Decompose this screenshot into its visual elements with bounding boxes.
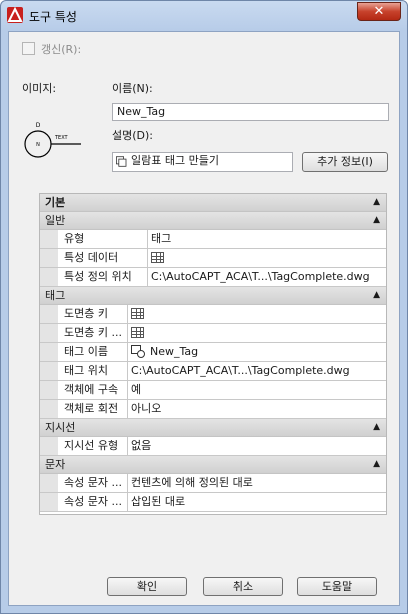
- property-row[interactable]: 지시선 유형 없음: [40, 437, 386, 456]
- image-label: 이미지:: [22, 82, 57, 95]
- collapse-arrow-icon[interactable]: ▲: [373, 456, 380, 473]
- category-group[interactable]: 문자 ▲: [40, 456, 386, 474]
- property-value[interactable]: [148, 249, 386, 267]
- property-row[interactable]: 객체로 회전 아니오: [40, 400, 386, 419]
- property-name: 객체에 구속: [58, 381, 128, 399]
- autocad-app-icon[interactable]: [7, 7, 23, 23]
- category-group-label: 태그: [45, 289, 66, 302]
- property-name: 도면층 키 ...: [58, 324, 128, 342]
- description-value: 일람표 태그 만들기: [131, 154, 219, 167]
- property-value[interactable]: [128, 305, 386, 323]
- row-indent: [40, 400, 58, 418]
- property-value[interactable]: 아니오: [128, 400, 386, 418]
- property-row[interactable]: 도면층 키 ...: [40, 324, 386, 343]
- property-row[interactable]: 특성 정의 위치 C:\AutoCAPT_ACA\T...\TagComplete…: [40, 268, 386, 287]
- table-icon[interactable]: [131, 327, 144, 338]
- collapse-arrow-icon[interactable]: ▲: [373, 419, 380, 436]
- tag-icon: [131, 345, 145, 358]
- collapse-arrow-icon[interactable]: ▲: [373, 212, 380, 229]
- dialog-body: 갱신(R): 이미지: 이름(N): New_Tag 설명(D): D N TE…: [8, 31, 400, 606]
- table-icon[interactable]: [131, 308, 144, 319]
- row-indent: [40, 381, 58, 399]
- preview-tag-letter: D: [36, 122, 41, 129]
- property-row[interactable]: 태그 위치 C:\AutoCAPT_ACA\T...\TagComplete.dw…: [40, 362, 386, 381]
- property-value-text: New_Tag: [150, 345, 199, 358]
- ok-button[interactable]: 확인: [107, 577, 187, 596]
- dialog-window: 도구 특성 ✕ 갱신(R): 이미지: 이름(N): New_Tag 설명(D)…: [0, 0, 408, 614]
- property-row[interactable]: 특성 데이터: [40, 249, 386, 268]
- row-indent: [40, 343, 58, 361]
- property-value[interactable]: C:\AutoCAPT_ACA\T...\TagComplete.dwg: [128, 362, 386, 380]
- property-value[interactable]: 없음: [128, 437, 386, 455]
- more-info-button[interactable]: 추가 정보(I): [302, 152, 388, 172]
- category-basic-label: 기본: [45, 196, 66, 209]
- property-name: 속성 문자 ...: [58, 474, 128, 492]
- help-button[interactable]: 도움말: [297, 577, 377, 596]
- property-grid: 기본 ▲ 일반 ▲ 유형 태그 특성 데이터 특성 정의 위치 C:\AutoCAPT_AC…: [39, 193, 387, 515]
- name-label: 이름(N):: [112, 82, 153, 95]
- property-name: 특성 정의 위치: [58, 268, 148, 286]
- property-value[interactable]: C:\AutoCAPT_ACA\T...\TagComplete.dwg: [148, 268, 386, 286]
- description-label: 설명(D):: [112, 129, 153, 142]
- close-button[interactable]: ✕: [357, 2, 401, 21]
- property-row[interactable]: 태그 이름 New_Tag: [40, 343, 386, 362]
- table-icon[interactable]: [151, 252, 164, 263]
- preview-tag-text: TEXT: [54, 135, 69, 141]
- property-name: 유형: [58, 230, 148, 248]
- property-name: 특성 데이터: [58, 249, 148, 267]
- category-basic[interactable]: 기본 ▲: [40, 194, 386, 212]
- property-name: 지시선 유형: [58, 437, 128, 455]
- property-name: 태그 위치: [58, 362, 128, 380]
- collapse-arrow-icon[interactable]: ▲: [373, 287, 380, 304]
- description-input[interactable]: 일람표 태그 만들기: [112, 152, 293, 172]
- category-group-label: 문자: [45, 458, 66, 471]
- row-indent: [40, 474, 58, 492]
- row-indent: [40, 362, 58, 380]
- row-indent: [40, 324, 58, 342]
- property-name: 속성 문자 ...: [58, 493, 128, 511]
- property-name: 객체로 회전: [58, 400, 128, 418]
- row-indent: [40, 305, 58, 323]
- property-row[interactable]: 객체에 구속 예: [40, 381, 386, 400]
- category-group-label: 지시선: [45, 421, 76, 434]
- category-group[interactable]: 일반 ▲: [40, 212, 386, 230]
- category-group-label: 일반: [45, 214, 66, 227]
- property-value[interactable]: [128, 324, 386, 342]
- name-input[interactable]: New_Tag: [112, 103, 389, 121]
- window-title: 도구 특성: [29, 10, 77, 24]
- schedule-table-icon: [116, 156, 127, 167]
- update-checkbox-label: 갱신(R):: [41, 43, 82, 56]
- property-name: 태그 이름: [58, 343, 128, 361]
- row-indent: [40, 437, 58, 455]
- property-row[interactable]: 속성 문자 ... 삽입된 대로: [40, 493, 386, 512]
- row-indent: [40, 493, 58, 511]
- cancel-button[interactable]: 취소: [203, 577, 283, 596]
- property-value[interactable]: 태그: [148, 230, 386, 248]
- property-row[interactable]: 도면층 키: [40, 305, 386, 324]
- property-row[interactable]: 속성 문자 ... 컨텐츠에 의해 정의된 대로: [40, 474, 386, 493]
- category-group[interactable]: 태그 ▲: [40, 287, 386, 305]
- collapse-arrow-icon[interactable]: ▲: [373, 194, 380, 211]
- row-indent: [40, 249, 58, 267]
- update-checkbox-row[interactable]: 갱신(R):: [22, 41, 81, 57]
- property-row[interactable]: 유형 태그: [40, 230, 386, 249]
- property-value[interactable]: 컨텐츠에 의해 정의된 대로: [128, 474, 386, 492]
- preview-center-letter: N: [36, 142, 40, 148]
- row-indent: [40, 230, 58, 248]
- title-bar: 도구 특성 ✕: [1, 1, 407, 31]
- category-group[interactable]: 지시선 ▲: [40, 419, 386, 437]
- property-value[interactable]: 예: [128, 381, 386, 399]
- close-icon: ✕: [373, 4, 385, 19]
- property-value[interactable]: New_Tag: [128, 343, 386, 361]
- update-checkbox[interactable]: [22, 42, 35, 55]
- tag-preview-image: D N TEXT: [24, 122, 81, 158]
- row-indent: [40, 268, 58, 286]
- property-value[interactable]: 삽입된 대로: [128, 493, 386, 511]
- property-name: 도면층 키: [58, 305, 128, 323]
